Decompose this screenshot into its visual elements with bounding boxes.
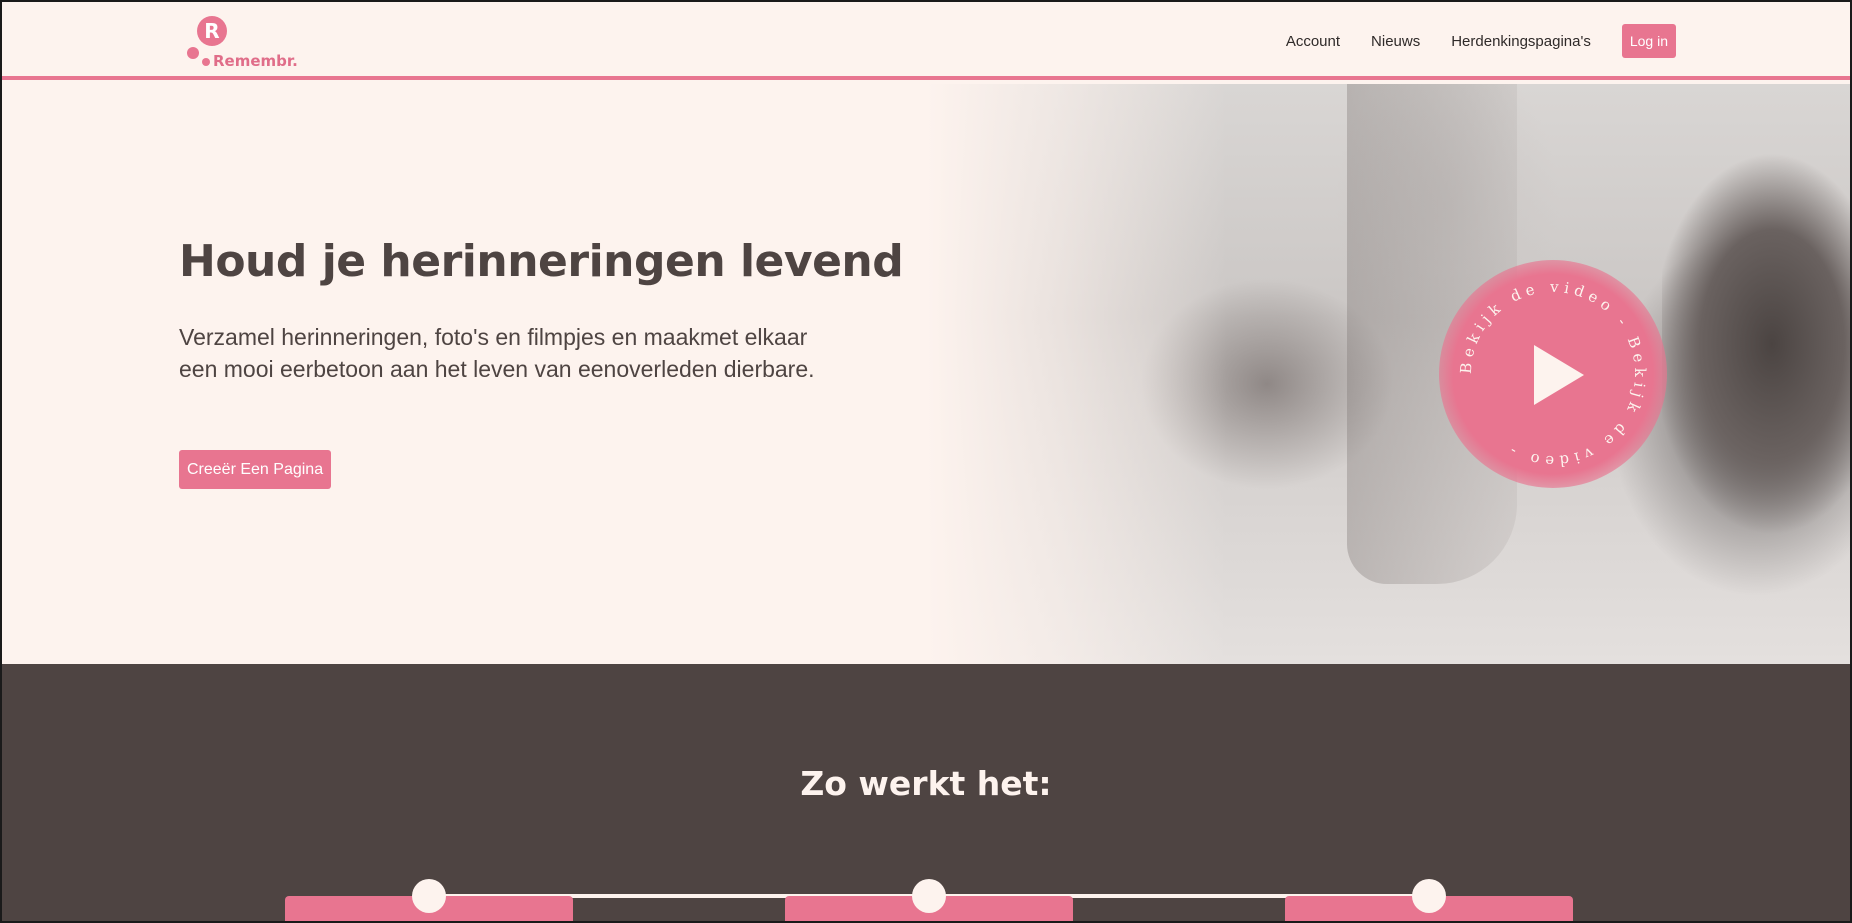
main-nav: Account Nieuws Herdenkingspagina's Log i…	[1286, 24, 1676, 58]
nav-link-nieuws[interactable]: Nieuws	[1371, 33, 1420, 50]
watch-video-button[interactable]: Bekijk de video - Bekijk de video -	[1439, 260, 1667, 488]
hero-title: Houd je herinneringen levend	[179, 236, 904, 287]
page: R Remembr. Account Nieuws Herdenkingspag…	[0, 0, 1852, 923]
hero-section: Houd je herinneringen levend Verzamel he…	[2, 84, 1850, 664]
step-marker-1	[412, 879, 446, 913]
play-badge-graphic: Bekijk de video - Bekijk de video -	[1457, 278, 1644, 471]
nav-link-herdenkingspaginas[interactable]: Herdenkingspagina's	[1451, 33, 1591, 50]
remembr-logo[interactable]: R Remembr.	[185, 14, 305, 72]
site-header: R Remembr. Account Nieuws Herdenkingspag…	[2, 2, 1850, 80]
section-title: Zo werkt het:	[800, 764, 1052, 803]
login-button[interactable]: Log in	[1621, 24, 1676, 58]
hero-subtitle: Verzamel herinneringen, foto's en filmpj…	[179, 324, 815, 382]
logo-wordmark: Remembr.	[213, 52, 298, 70]
logo-dot-icon	[202, 58, 210, 66]
logo-dot-icon	[187, 47, 199, 59]
step-marker-3	[1412, 879, 1446, 913]
step-marker-2	[912, 879, 946, 913]
nav-link-account[interactable]: Account	[1286, 33, 1340, 50]
create-page-button[interactable]: Creeër Een Pagina	[179, 450, 332, 489]
how-it-works-section: Zo werkt het:	[2, 664, 1850, 921]
hero-photo-fade	[927, 84, 1227, 664]
logo-mark-icon: R	[197, 16, 227, 46]
hero-photo-detail	[1662, 144, 1850, 564]
play-icon	[1534, 345, 1584, 405]
